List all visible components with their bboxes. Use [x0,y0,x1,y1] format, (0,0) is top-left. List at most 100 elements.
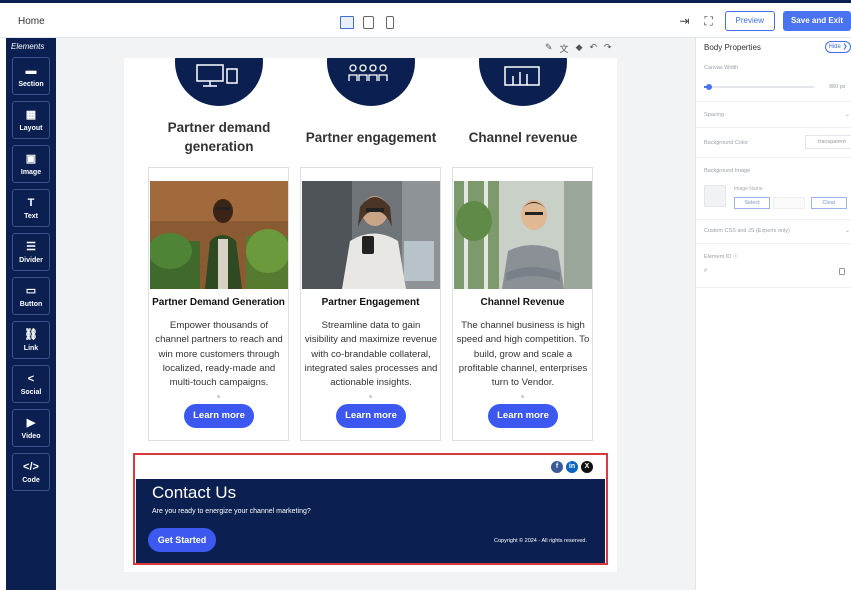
canvas-width-label: Canvas Width [704,65,739,71]
divider-icon: ☰ [26,241,36,253]
card-title: Partner Engagement [321,297,420,308]
image-icon: ▣ [25,153,37,165]
text-icon: T [27,197,35,209]
image-name-label: Image Name [734,186,763,192]
spacer-dot [217,395,220,398]
sidebar-item-text[interactable]: T Text [12,189,50,227]
partner-photo-2 [302,181,440,289]
elements-sidebar: Elements ▬ Section ▦ Layout ▣ Image T Text ☰ Divi… [6,38,56,590]
spacer-dot [521,395,524,398]
card-demand-generation: Partner Demand Generation Empower thousa… [148,167,289,441]
sidebar-title: Elements [11,42,45,51]
spacer-dot [369,395,372,398]
selection-outline [133,453,608,565]
sidebar-item-social[interactable]: < Social [12,365,50,403]
background-color-picker[interactable]: transparent [805,135,851,149]
sidebar-item-label: Section [18,81,44,88]
category-title-revenue: Channel revenue [468,130,578,145]
share-icon: < [27,373,35,385]
sidebar-item-link[interactable]: ⛓ Link [12,321,50,359]
chart-icon [479,58,567,106]
top-actions: ⇥ ⛶ Preview Save and Exit [677,11,851,31]
sidebar-item-label: Layout [19,125,43,132]
fullscreen-icon[interactable]: ⛶ [701,13,717,29]
element-id-row: Element ID ⓘ [696,244,851,288]
card-partner-engagement: Partner Engagement Streamline data to ga… [300,167,441,441]
edit-toolbar: ✎ 文 ◆ ↶ ↷ [545,42,612,55]
sidebar-item-button[interactable]: ▭ Button [12,277,50,315]
card-channel-revenue: Channel Revenue The channel business is … [452,167,593,441]
learn-more-button[interactable]: Learn more [336,404,406,428]
sidebar-item-section[interactable]: ▬ Section [12,57,50,95]
partner-photo-3 [454,181,592,289]
category-title-demand: Partner demand generation [167,120,271,154]
translate-icon[interactable]: 文 [560,42,569,55]
button-icon: ▭ [25,285,37,297]
custom-css-label: Custom CSS and JS (Experts only) [704,228,790,234]
sidebar-item-label: Divider [19,257,43,264]
section-icon: ▬ [25,65,37,77]
select-image-button[interactable]: Select [734,197,770,209]
hide-panel-button[interactable]: Hide ❯ [825,41,851,53]
sidebar-item-layout[interactable]: ▦ Layout [12,101,50,139]
sidebar-item-code[interactable]: </> Code [12,453,50,491]
partner-photo-1 [150,181,288,289]
redo-icon[interactable]: ↷ [604,42,612,55]
canvas-width-row: Canvas Width [696,56,851,102]
element-id-label: Element ID ⓘ [704,254,739,260]
sidebar-item-label: Button [19,301,43,308]
chevron-down-icon[interactable]: ⌄ [845,227,850,234]
learn-more-button[interactable]: Learn more [488,404,558,428]
slider-handle[interactable] [706,84,712,90]
sidebar-item-divider[interactable]: ☰ Divider [12,233,50,271]
home-link[interactable]: Home [18,16,45,27]
image-name-field[interactable] [773,197,805,209]
card-text: Empower thousands of channel partners to… [155,320,283,389]
background-color-label: Background Color [704,140,749,146]
background-image-label: Background Image [704,168,751,174]
code-icon: </> [23,461,39,473]
spacing-row[interactable]: Spacing ⌄ [696,102,851,128]
panel-title: Body Properties [704,43,761,52]
link-icon: ⛓ [24,329,38,341]
device-switcher [340,16,394,29]
people-icon [327,58,415,106]
sidebar-item-label: Image [20,169,42,176]
custom-css-row[interactable]: Custom CSS and JS (Experts only) ⌄ [696,220,851,244]
desktop-icon[interactable] [340,16,354,29]
card-text: Streamline data to gain visibility and m… [304,320,438,389]
image-placeholder-icon [704,185,726,207]
spacing-label: Spacing [704,112,724,118]
category-title-engagement: Partner engagement [305,130,437,145]
copy-icon[interactable] [839,268,845,275]
properties-panel: Body Properties Hide ❯ Canvas Width 980 … [695,38,851,590]
tablet-icon[interactable] [363,16,374,29]
save-and-exit-button[interactable]: Save and Exit [782,11,851,31]
clear-image-button[interactable]: Clear [811,197,847,209]
eraser-icon[interactable]: ◆ [576,42,583,55]
canvas-width-value[interactable]: 980 px [829,84,846,90]
card-title: Channel Revenue [480,297,565,308]
preview-button[interactable]: Preview [724,11,775,31]
chevron-down-icon[interactable]: ⌄ [845,111,850,118]
video-icon: ▶ [26,417,36,429]
sidebar-item-label: Text [24,213,38,220]
sidebar-item-video[interactable]: ▶ Video [12,409,50,447]
canvas-width-slider[interactable] [704,84,814,90]
element-id-input[interactable]: # [704,268,851,280]
edit-icon[interactable]: ✎ [545,42,553,55]
sidebar-item-label: Video [21,433,41,440]
export-icon[interactable]: ⇥ [677,13,693,29]
sidebar-item-label: Code [22,477,40,484]
layout-icon: ▦ [25,109,37,121]
card-title: Partner Demand Generation [152,297,285,308]
monitor-icon [175,58,263,106]
sidebar-item-label: Social [20,389,42,396]
top-bar: Home ⇥ ⛶ Preview Save and Exit [0,0,851,38]
sidebar-item-image[interactable]: ▣ Image [12,145,50,183]
learn-more-button[interactable]: Learn more [184,404,254,428]
sidebar-item-label: Link [23,345,39,352]
card-text: The channel business is high speed and h… [456,320,590,389]
undo-icon[interactable]: ↶ [589,42,597,55]
mobile-icon[interactable] [386,16,394,29]
